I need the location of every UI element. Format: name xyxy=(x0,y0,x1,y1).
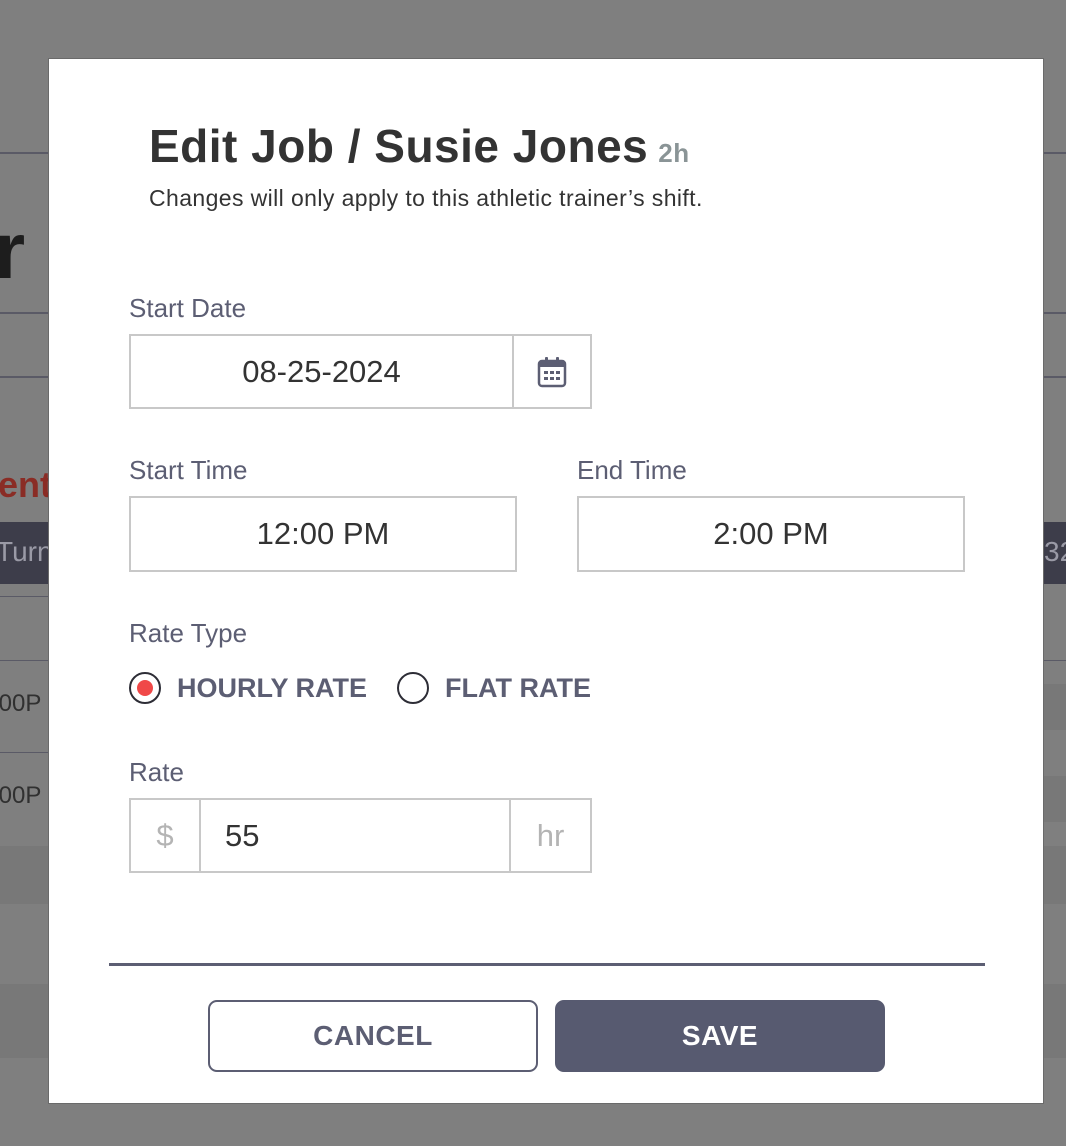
edit-job-modal: Edit Job / Susie Jones 2h Changes will on… xyxy=(48,58,1044,1104)
background-divider xyxy=(1044,660,1066,661)
calendar-button[interactable] xyxy=(512,336,590,407)
footer-divider xyxy=(109,963,985,966)
save-button[interactable]: SAVE xyxy=(555,1000,885,1072)
rate-label: Rate xyxy=(129,757,184,787)
modal-title: Edit Job / Susie Jones 2h xyxy=(149,119,690,173)
background-header-fragment: Turn xyxy=(0,536,53,567)
rate-input[interactable]: 55 xyxy=(201,800,509,871)
hourly-rate-option[interactable]: HOURLY RATE xyxy=(129,672,367,704)
background-table-row xyxy=(1044,776,1066,822)
background-table-row xyxy=(0,984,48,1058)
flat-rate-option[interactable]: FLAT RATE xyxy=(397,672,591,704)
flat-rate-radio[interactable] xyxy=(397,672,429,704)
rate-input-group[interactable]: $ 55 hr xyxy=(129,798,592,873)
start-date-field[interactable]: 08-25-2024 xyxy=(129,334,592,409)
background-header-fragment: 32 xyxy=(1044,536,1066,567)
modal-subtitle: Changes will only apply to this athletic… xyxy=(149,185,703,211)
cancel-button[interactable]: CANCEL xyxy=(208,1000,538,1072)
end-time-label: End Time xyxy=(577,455,687,485)
start-time-field[interactable]: 12:00 PM xyxy=(129,496,517,572)
background-divider xyxy=(1044,376,1066,378)
background-divider xyxy=(0,376,48,378)
flat-rate-label[interactable]: FLAT RATE xyxy=(445,673,591,704)
background-table-row xyxy=(1044,846,1066,904)
background-section-title-fragment: ent xyxy=(0,464,52,505)
background-divider xyxy=(0,660,48,661)
background-divider xyxy=(0,152,48,154)
rate-unit-suffix: hr xyxy=(509,800,590,871)
end-time-field[interactable]: 2:00 PM xyxy=(577,496,965,572)
background-cell-fragment: :00P xyxy=(0,782,42,809)
hourly-rate-radio[interactable] xyxy=(129,672,161,704)
start-time-label: Start Time xyxy=(129,455,248,485)
rate-type-label: Rate Type xyxy=(129,618,248,648)
end-time-value[interactable]: 2:00 PM xyxy=(579,516,963,552)
background-divider xyxy=(0,596,48,597)
background-divider xyxy=(0,312,48,314)
background-divider xyxy=(0,752,48,753)
radio-selected-dot xyxy=(137,680,153,696)
background-divider xyxy=(1044,152,1066,154)
hourly-rate-label[interactable]: HOURLY RATE xyxy=(177,673,367,704)
background-table-row xyxy=(0,846,48,904)
background-table-row xyxy=(1044,684,1066,730)
start-date-label: Start Date xyxy=(129,293,247,323)
currency-prefix: $ xyxy=(131,800,201,871)
duration-badge: 2h xyxy=(658,138,690,168)
start-time-value[interactable]: 12:00 PM xyxy=(131,516,515,552)
modal-title-text: Edit Job / Susie Jones xyxy=(149,120,649,172)
calendar-icon xyxy=(537,356,567,387)
background-table-row xyxy=(1044,984,1066,1058)
background-cell-fragment: :00P xyxy=(0,690,42,717)
background-divider xyxy=(1044,312,1066,314)
background-heading-fragment: r xyxy=(0,206,26,295)
